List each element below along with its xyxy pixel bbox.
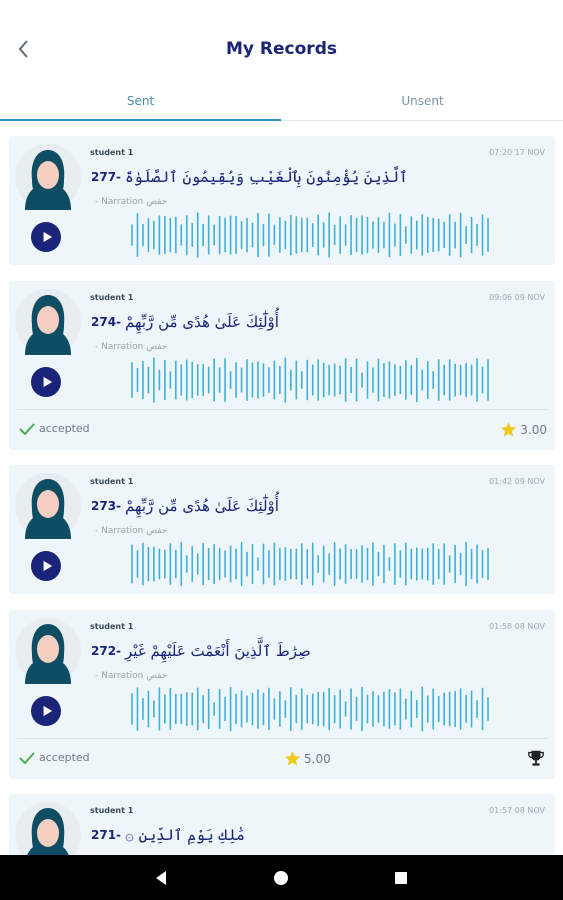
avatar [15, 802, 81, 855]
page-title: My Records [226, 39, 337, 59]
rating-value: 3.00 [520, 422, 547, 437]
nav-back-button[interactable] [150, 867, 172, 889]
avatar [15, 473, 81, 539]
verse: 277- ٱلَّذِينَ يُؤْمِنُونَ بِٱلْغَيْبِ و… [91, 164, 408, 190]
verse-text: صِرَٰطَ ٱلَّذِينَ أَنْعَمْتَ عَلَيْهِمْ … [125, 642, 311, 660]
verse-number: 272- [91, 644, 122, 658]
record-time: 07:20 17 NOV [489, 148, 545, 157]
narration-label: - Narration حفص [95, 197, 168, 207]
status-text: accepted [39, 751, 90, 764]
student-name: student 1 [90, 622, 134, 631]
star-icon [284, 750, 304, 767]
tab-sent[interactable]: Sent [0, 80, 281, 121]
nav-home-button[interactable] [270, 867, 292, 889]
status-text: accepted [39, 422, 90, 435]
verse-number: 273- [91, 499, 122, 513]
avatar [15, 618, 81, 684]
recents-square-icon [395, 872, 407, 884]
play-icon [41, 231, 53, 243]
record-card[interactable]: student 1 07:20 17 NOV 277- ٱلَّذِينَ يُ… [9, 136, 555, 265]
student-name: student 1 [90, 806, 134, 815]
verse-number: 271- [91, 828, 122, 842]
student-name: student 1 [90, 293, 134, 302]
narration-label: - Narration حفص [95, 342, 168, 352]
check-icon [19, 751, 39, 764]
play-button[interactable] [31, 367, 61, 397]
tab-bar: Sent Unsent [0, 80, 563, 121]
play-button[interactable] [31, 551, 61, 581]
play-icon [41, 376, 53, 388]
status-badge: accepted [19, 422, 90, 435]
narration-label: - Narration حفص [95, 671, 168, 681]
play-button[interactable] [31, 696, 61, 726]
verse-text: ٱلَّذِينَ يُؤْمِنُونَ بِٱلْغَيْبِ وَيُقِ… [125, 168, 408, 186]
record-card[interactable]: student 1 01:58 08 NOV 272- صِرَٰطَ ٱلَّ… [9, 610, 555, 779]
record-card[interactable]: student 1 09:06 09 NOV 274- أُوْلَٰٓئِكَ… [9, 281, 555, 450]
student-name: student 1 [90, 148, 134, 157]
status-badge: accepted [19, 751, 90, 764]
trophy-icon[interactable] [527, 749, 545, 771]
back-triangle-icon [156, 871, 166, 885]
record-card[interactable]: student 1 01:57 08 NOV 271- مَٰلِكِ يَوْ… [9, 794, 555, 855]
verse: 271- مَٰلِكِ يَوْمِ ٱلدِّينِ ۞ [91, 822, 245, 848]
system-nav-bar [0, 855, 563, 900]
rating-value: 5.00 [304, 751, 331, 766]
rating: 5.00 [284, 750, 331, 767]
check-icon [19, 422, 39, 435]
avatar [15, 289, 81, 355]
audio-waveform[interactable] [131, 541, 489, 587]
nav-recents-button[interactable] [390, 867, 412, 889]
record-time: 01:58 08 NOV [489, 622, 545, 631]
card-divider [17, 409, 547, 410]
audio-waveform[interactable] [131, 212, 489, 258]
play-button[interactable] [31, 222, 61, 252]
record-card[interactable]: student 1 01:42 09 NOV 273- أُوْلَٰٓئِكَ… [9, 465, 555, 594]
audio-waveform[interactable] [131, 686, 489, 732]
student-name: student 1 [90, 477, 134, 486]
star-icon [500, 421, 520, 438]
play-icon [41, 705, 53, 717]
tab-indicator [0, 119, 281, 121]
avatar [15, 144, 81, 210]
tab-unsent[interactable]: Unsent [282, 80, 563, 121]
record-time: 01:42 09 NOV [489, 477, 545, 486]
verse: 273- أُوْلَٰٓئِكَ عَلَىٰ هُدًى مِّن رَّب… [91, 493, 279, 519]
verse: 272- صِرَٰطَ ٱلَّذِينَ أَنْعَمْتَ عَلَيْ… [91, 638, 311, 664]
verse-number: 277- [91, 170, 122, 184]
verse-text: أُوْلَٰٓئِكَ عَلَىٰ هُدًى مِّن رَّبِّهِم… [125, 313, 279, 331]
app-bar: My Records [0, 0, 563, 80]
rating: 3.00 [500, 421, 547, 438]
narration-label: - Narration حفص [95, 526, 168, 536]
records-list[interactable]: student 1 07:20 17 NOV 277- ٱلَّذِينَ يُ… [0, 122, 563, 855]
audio-waveform[interactable] [131, 357, 489, 403]
home-circle-icon [274, 871, 288, 885]
verse-text: مَٰلِكِ يَوْمِ ٱلدِّينِ ۞ [125, 826, 245, 844]
verse-text: أُوْلَٰٓئِكَ عَلَىٰ هُدًى مِّن رَّبِّهِم… [125, 497, 279, 515]
play-icon [41, 560, 53, 572]
verse-number: 274- [91, 315, 122, 329]
record-time: 09:06 09 NOV [489, 293, 545, 302]
record-time: 01:57 08 NOV [489, 806, 545, 815]
verse: 274- أُوْلَٰٓئِكَ عَلَىٰ هُدًى مِّن رَّب… [91, 309, 279, 335]
card-divider [17, 738, 547, 739]
